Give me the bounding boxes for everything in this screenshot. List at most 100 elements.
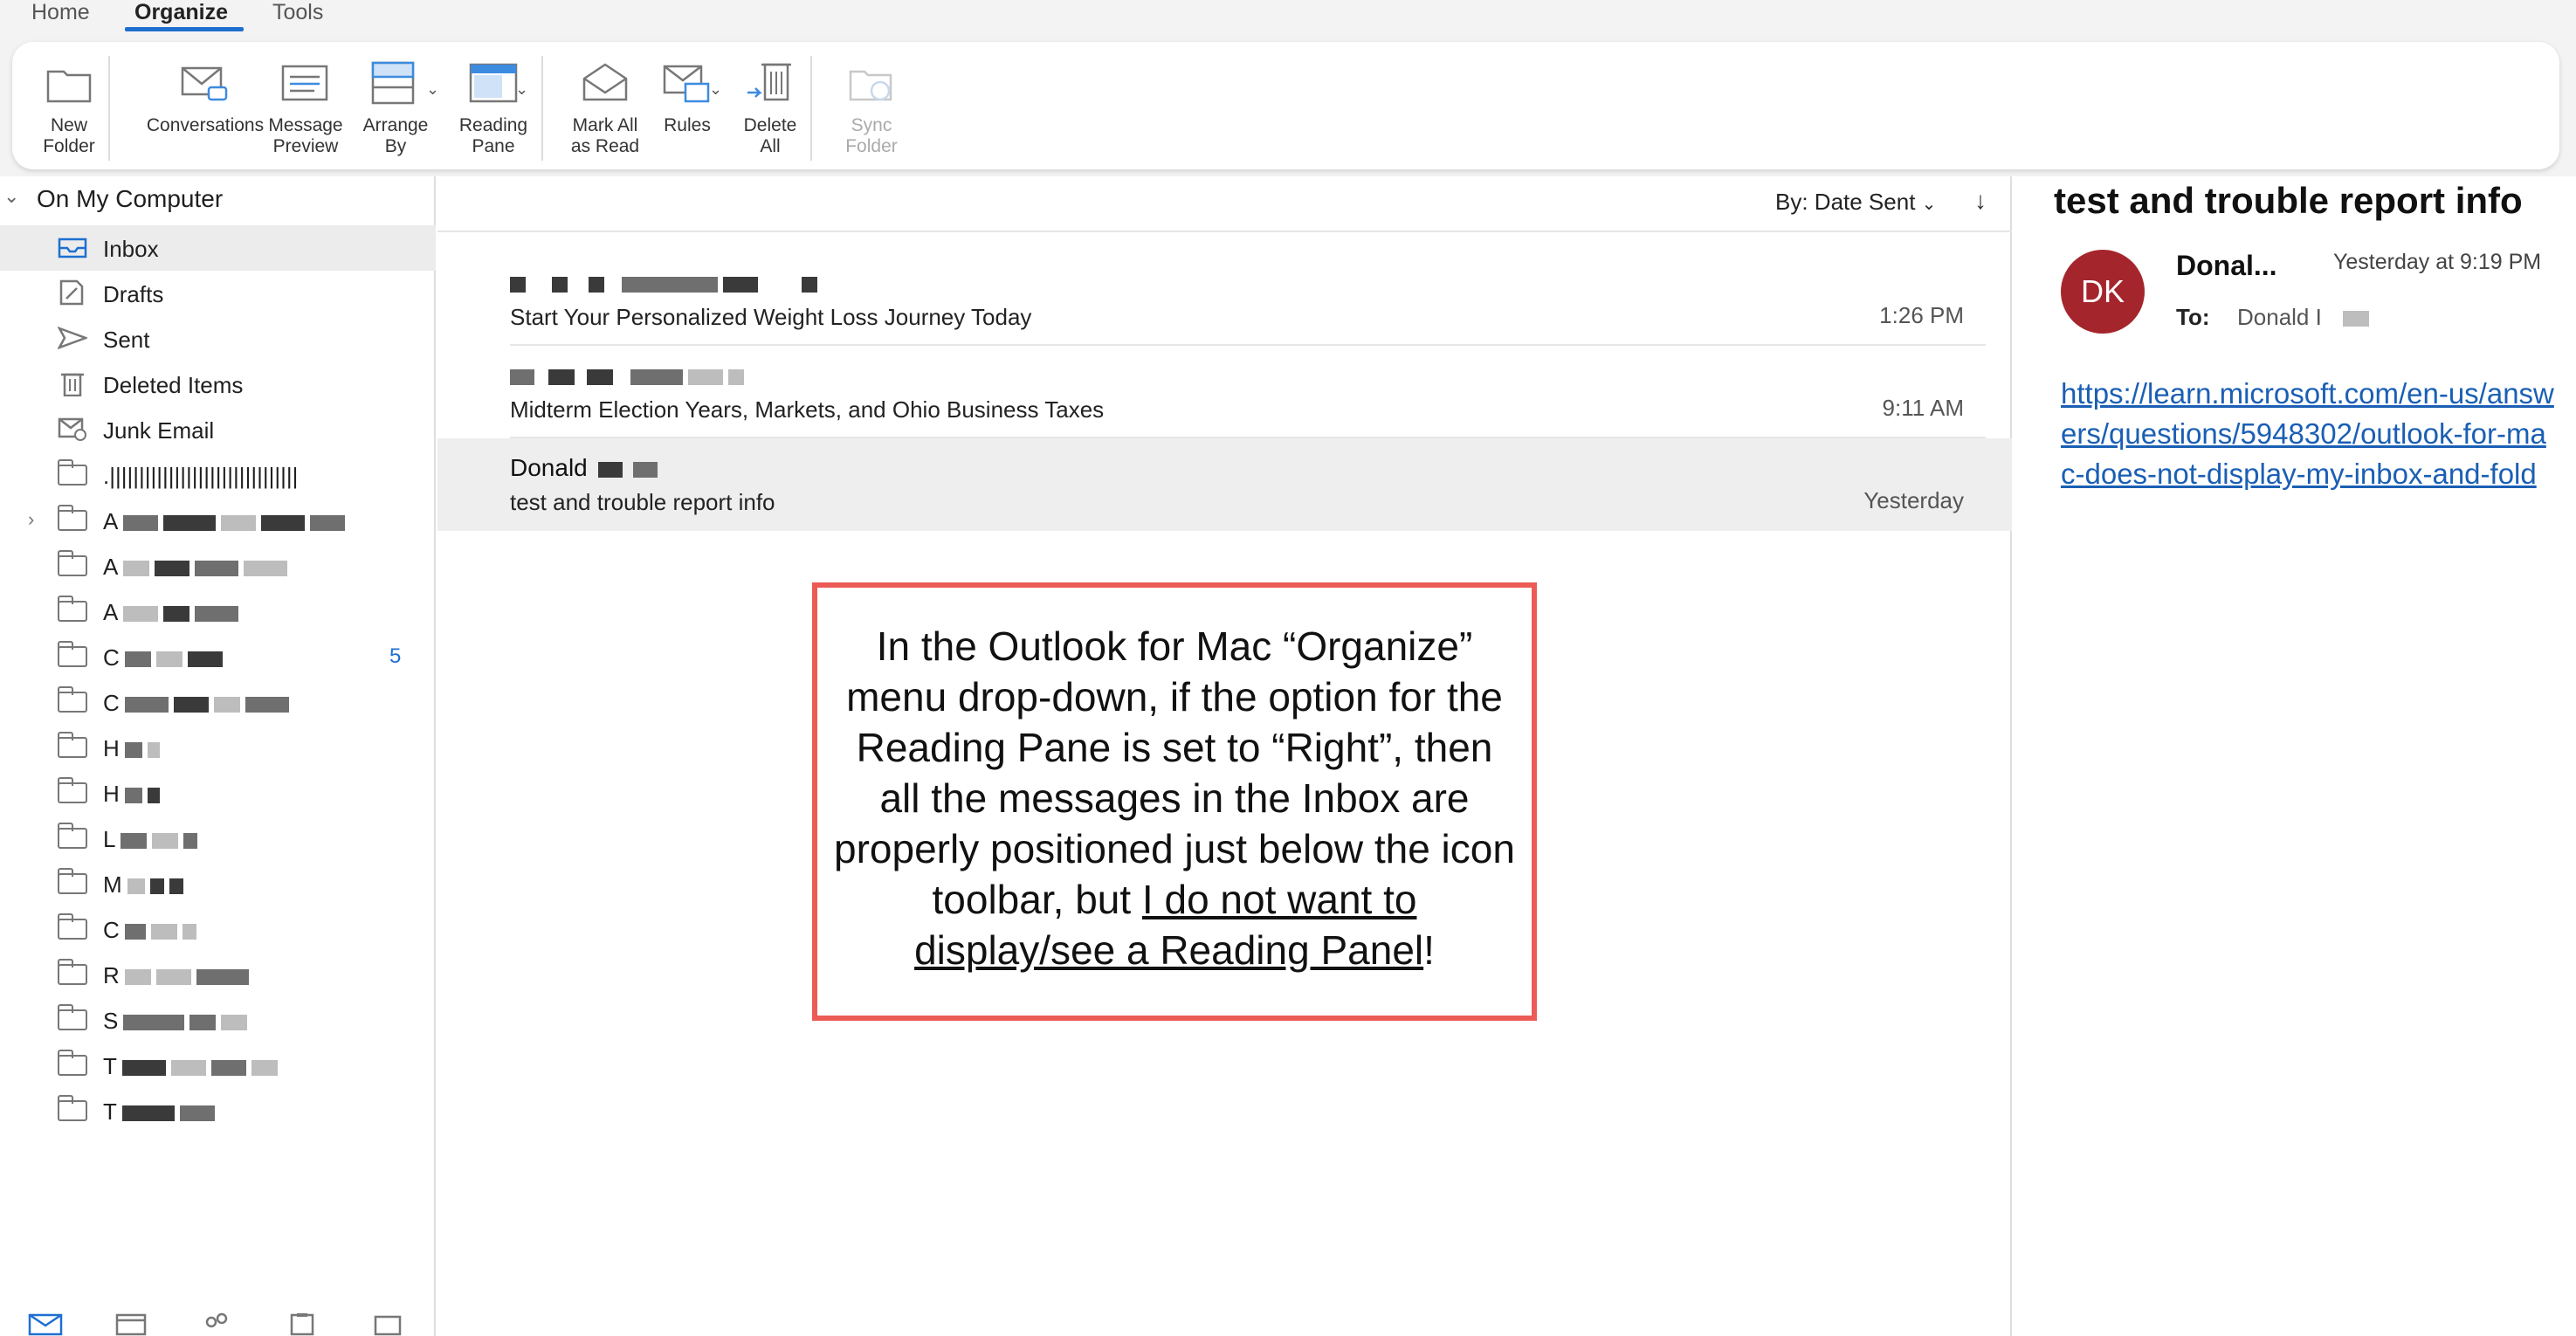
delete-all-button[interactable]: Delete All [727, 58, 814, 157]
people-icon[interactable] [199, 1310, 234, 1336]
sidebar-item-folder[interactable]: T [0, 1088, 436, 1133]
list-item[interactable]: Donald test and trouble report info Yest… [437, 438, 2012, 531]
sidebar-item-folder[interactable]: H [0, 725, 436, 770]
sidebar-item-folder[interactable]: S [0, 997, 436, 1043]
sort-dropdown[interactable]: By: Date Sent ⌄ [1775, 189, 1936, 216]
message-preview-icon [279, 58, 332, 108]
folder-icon [58, 596, 87, 622]
message-sender [510, 269, 817, 297]
message-time: Yesterday [1863, 487, 1964, 513]
folder-icon [58, 732, 87, 758]
sidebar-item-junk-email[interactable]: Junk Email [0, 407, 436, 452]
ribbon-tabs: Home Organize Tools [0, 0, 2576, 37]
sync-folder-button[interactable]: Sync Folder [828, 58, 915, 157]
message-preview-button[interactable]: Message Preview [264, 58, 348, 157]
rules-chevron-down-icon[interactable]: ⌄ [709, 80, 722, 99]
ribbon-divider [108, 56, 110, 161]
message-time: 1:26 PM [1879, 302, 1964, 328]
folder-icon [58, 686, 87, 713]
sidebar-item-folder[interactable]: C [0, 906, 436, 952]
sidebar-item-deleted-items[interactable]: Deleted Items [0, 362, 436, 407]
recipient-name[interactable]: Donald I [2237, 304, 2369, 331]
reading-pane-icon [467, 58, 520, 108]
folder-icon [58, 823, 87, 849]
message-body-link[interactable]: https://learn.microsoft.com/en-us/answer… [2061, 374, 2559, 494]
sender-name[interactable]: Donal... [2176, 250, 2277, 282]
message-timestamp: Yesterday at 9:19 PM [2333, 250, 2542, 274]
to-label: To: [2176, 304, 2210, 330]
delete-all-icon [744, 58, 796, 108]
sidebar-item-folder[interactable]: R [0, 952, 436, 997]
sidebar-item-folder[interactable]: A [0, 543, 436, 589]
sidebar-item-folder[interactable]: A [0, 589, 436, 634]
sidebar-item-folder[interactable]: C [0, 679, 436, 725]
list-item[interactable]: Start Your Personalized Weight Loss Jour… [437, 253, 2012, 346]
folder-icon [58, 1004, 87, 1030]
new-folder-button[interactable]: New Folder [23, 58, 115, 157]
avatar[interactable]: DK [2061, 250, 2145, 334]
active-tab-indicator [125, 27, 244, 31]
conversations-icon [179, 58, 231, 108]
chevron-right-icon[interactable]: › [28, 508, 34, 531]
sidebar-item-folder[interactable]: H [0, 770, 436, 816]
sidebar-item-sent[interactable]: Sent [0, 316, 436, 362]
folder-icon [58, 913, 87, 940]
sent-icon [57, 325, 89, 351]
new-folder-icon [43, 58, 95, 108]
sidebar-item-folder[interactable]: M [0, 861, 436, 906]
arrange-by-button[interactable]: Arrange By [358, 58, 433, 157]
folder-icon [58, 868, 87, 894]
folder-icon [58, 1095, 87, 1121]
message-subject: Start Your Personalized Weight Loss Jour… [510, 304, 1032, 330]
chevron-down-icon: ⌄ [1921, 195, 1937, 214]
conversations-button[interactable]: Conversations [129, 58, 281, 136]
folder-sidebar: ⌄ On My Computer Inbox Drafts Sent Delet… [0, 176, 436, 1336]
account-header[interactable]: ⌄ On My Computer [0, 176, 436, 220]
arrange-by-chevron-down-icon[interactable]: ⌄ [426, 80, 439, 99]
ribbon-divider [810, 56, 812, 161]
message-subject: test and trouble report info [510, 489, 775, 515]
tab-home[interactable]: Home [31, 0, 90, 25]
mail-icon[interactable] [28, 1310, 63, 1336]
ribbon-divider [541, 56, 543, 161]
notes-icon[interactable] [370, 1310, 405, 1336]
open-envelope-icon [579, 58, 631, 108]
ribbon-toolbar: New Folder Conversations Message Preview… [12, 42, 2559, 169]
rules-icon [661, 58, 713, 108]
folder-icon [58, 505, 87, 531]
unread-count-badge: 5 [389, 644, 402, 668]
chevron-down-icon[interactable]: ⌄ [3, 185, 19, 208]
folder-icon [58, 459, 87, 486]
calendar-icon[interactable] [114, 1310, 148, 1336]
tab-tools[interactable]: Tools [272, 0, 323, 25]
drafts-icon [58, 279, 87, 306]
mark-all-read-button[interactable]: Mark All as Read [559, 58, 651, 157]
reading-pane-chevron-down-icon[interactable]: ⌄ [515, 80, 528, 99]
sidebar-item-drafts[interactable]: Drafts [0, 271, 436, 316]
reading-pane: test and trouble report info DK Donal...… [2014, 176, 2576, 1336]
reading-pane-button[interactable]: Reading Pane [445, 58, 541, 157]
list-item[interactable]: Midterm Election Years, Markets, and Ohi… [437, 346, 2012, 438]
sidebar-item-folder[interactable]: .|||||||||||||||||||||||||||||||| [0, 452, 436, 498]
ribbon-area: New Folder Conversations Message Preview… [0, 37, 2576, 176]
tasks-icon[interactable] [285, 1310, 320, 1336]
annotation-callout: In the Outlook for Mac “Organize” menu d… [812, 582, 1537, 1021]
folder-icon [58, 550, 87, 576]
sidebar-item-inbox[interactable]: Inbox [0, 225, 436, 271]
tab-organize[interactable]: Organize [134, 0, 228, 25]
sidebar-item-folder[interactable]: L [0, 816, 436, 861]
folder-icon [58, 641, 87, 667]
sidebar-item-folder[interactable]: C 5 [0, 634, 436, 679]
message-title: test and trouble report info [2054, 180, 2523, 221]
sort-direction-arrow-icon[interactable]: ↓ [1974, 187, 1987, 215]
folder-icon [58, 1050, 87, 1076]
callout-text: In the Outlook for Mac “Organize” menu d… [834, 623, 1515, 973]
sidebar-item-folder[interactable]: T [0, 1043, 436, 1088]
module-switcher [0, 1303, 436, 1336]
folder-icon [58, 959, 87, 985]
sidebar-item-folder[interactable]: › A [0, 498, 436, 543]
message-sender: Donald [510, 454, 658, 482]
message-time: 9:11 AM [1882, 395, 1964, 421]
sync-folder-icon [845, 58, 898, 108]
message-sender [510, 362, 744, 389]
